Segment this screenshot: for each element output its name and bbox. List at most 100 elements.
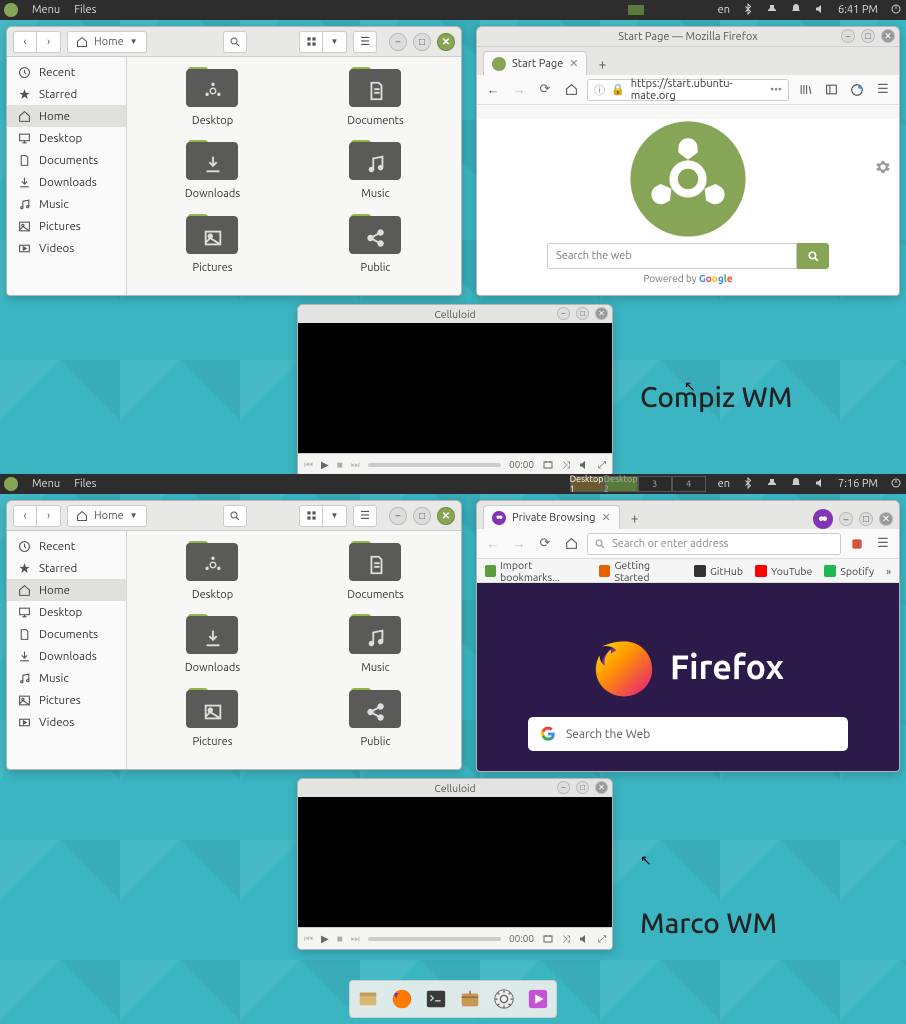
minimize-button[interactable]: – bbox=[389, 33, 407, 51]
private-search-input[interactable]: Search the Web bbox=[528, 717, 848, 751]
panel-menu[interactable]: Menu bbox=[32, 4, 60, 16]
fm-pane[interactable]: DesktopDocumentsDownloadsMusicPicturesPu… bbox=[127, 57, 461, 295]
terminal-app[interactable] bbox=[422, 985, 450, 1013]
sidebar-item-starred[interactable]: Starred bbox=[7, 557, 126, 579]
lang-indicator[interactable]: en bbox=[718, 478, 730, 490]
distro-logo-icon[interactable] bbox=[4, 3, 18, 17]
view-grid-button[interactable] bbox=[299, 505, 323, 527]
shuffle-icon[interactable]: ⤨ bbox=[562, 933, 570, 945]
settings-app[interactable] bbox=[490, 985, 518, 1013]
url-bar[interactable]: ⓘ 🔒 https://start.ubuntu-mate.org ••• bbox=[587, 79, 789, 101]
sidebar-item-recent[interactable]: Recent bbox=[7, 61, 126, 83]
sidebar-item-documents[interactable]: Documents bbox=[7, 623, 126, 645]
media-close-button[interactable]: ✕ bbox=[595, 781, 608, 794]
media-maximize-button[interactable]: □ bbox=[576, 307, 589, 320]
lang-indicator[interactable]: en bbox=[718, 4, 730, 16]
play-button[interactable]: ▶ bbox=[321, 933, 329, 945]
url-bar[interactable]: Search or enter address bbox=[587, 533, 841, 555]
volume-icon[interactable] bbox=[814, 477, 826, 492]
hamburger-button[interactable]: ☰ bbox=[353, 505, 377, 527]
home-button[interactable] bbox=[561, 80, 581, 100]
nav-back-button[interactable]: ‹ bbox=[13, 505, 37, 527]
volume-button[interactable] bbox=[578, 933, 590, 945]
sidebar-icon[interactable] bbox=[821, 80, 841, 100]
bookmark-youtube[interactable]: YouTube bbox=[755, 565, 812, 577]
prev-button[interactable]: ⏮ bbox=[304, 459, 313, 471]
account-icon[interactable] bbox=[847, 80, 867, 100]
panel-menu[interactable]: Menu bbox=[32, 478, 60, 490]
workspace-4[interactable]: 4 bbox=[672, 476, 706, 492]
sidebar-item-pictures[interactable]: Pictures bbox=[7, 689, 126, 711]
search-input[interactable]: Search the web bbox=[547, 243, 797, 269]
volume-icon[interactable] bbox=[814, 3, 826, 18]
firefox-tab[interactable]: Private Browsing ✕ bbox=[483, 505, 620, 529]
reload-button[interactable]: ⟳ bbox=[535, 534, 555, 554]
nav-back-button[interactable]: ‹ bbox=[13, 31, 37, 53]
workspace-1[interactable]: Desktop 1 bbox=[570, 476, 604, 492]
fm-pane[interactable]: DesktopDocumentsDownloadsMusicPicturesPu… bbox=[127, 531, 461, 769]
folder-public[interactable]: Public bbox=[294, 214, 457, 285]
network-icon[interactable] bbox=[766, 3, 778, 18]
folder-downloads[interactable]: Downloads bbox=[131, 140, 294, 211]
addon-icon[interactable] bbox=[847, 534, 867, 554]
bookmark-github[interactable]: GitHub bbox=[694, 565, 743, 577]
new-tab-button[interactable]: + bbox=[591, 53, 613, 75]
ff-maximize-button[interactable]: □ bbox=[859, 512, 873, 526]
tab-close-icon[interactable]: ✕ bbox=[569, 57, 578, 70]
app-menu-button[interactable]: ☰ bbox=[873, 534, 893, 554]
sidebar-item-desktop[interactable]: Desktop bbox=[7, 601, 126, 623]
library-icon[interactable] bbox=[795, 80, 815, 100]
search-submit-button[interactable] bbox=[797, 243, 829, 269]
view-options-button[interactable]: ▼ bbox=[323, 505, 347, 527]
bookmarks-overflow-icon[interactable]: » bbox=[886, 565, 891, 577]
folder-desktop[interactable]: Desktop bbox=[131, 67, 294, 138]
progress-slider[interactable] bbox=[368, 937, 501, 941]
bluetooth-icon[interactable] bbox=[742, 477, 754, 492]
clock[interactable]: 7:16 PM bbox=[838, 478, 878, 490]
bookmark-getting-started[interactable]: Getting Started bbox=[599, 559, 682, 583]
panel-files[interactable]: Files bbox=[74, 478, 96, 490]
notification-icon[interactable] bbox=[790, 477, 802, 492]
bluetooth-icon[interactable] bbox=[742, 3, 754, 18]
workspace-3[interactable]: 3 bbox=[638, 476, 672, 492]
sidebar-item-pictures[interactable]: Pictures bbox=[7, 215, 126, 237]
video-viewport[interactable] bbox=[298, 323, 612, 453]
media-minimize-button[interactable]: – bbox=[557, 781, 570, 794]
home-button[interactable] bbox=[561, 534, 581, 554]
playlist-icon[interactable] bbox=[542, 933, 554, 945]
ff-close-button[interactable]: ✕ bbox=[879, 512, 893, 526]
hamburger-button[interactable]: ☰ bbox=[353, 31, 377, 53]
sidebar-item-downloads[interactable]: Downloads bbox=[7, 645, 126, 667]
media-minimize-button[interactable]: – bbox=[557, 307, 570, 320]
panel-files[interactable]: Files bbox=[74, 4, 96, 16]
ff-minimize-button[interactable]: – bbox=[841, 29, 855, 43]
notification-icon[interactable] bbox=[790, 3, 802, 18]
path-bar[interactable]: Home ▼ bbox=[67, 31, 147, 53]
sidebar-item-home[interactable]: Home bbox=[7, 105, 126, 127]
media-maximize-button[interactable]: □ bbox=[576, 781, 589, 794]
sidebar-item-music[interactable]: Music bbox=[7, 193, 126, 215]
new-tab-button[interactable]: + bbox=[624, 507, 646, 529]
media-close-button[interactable]: ✕ bbox=[595, 307, 608, 320]
sidebar-item-videos[interactable]: Videos bbox=[7, 711, 126, 733]
prev-button[interactable]: ⏮ bbox=[304, 933, 313, 945]
folder-music[interactable]: Music bbox=[294, 140, 457, 211]
ff-minimize-button[interactable]: – bbox=[839, 512, 853, 526]
search-button[interactable] bbox=[223, 31, 247, 53]
shuffle-icon[interactable]: ⤨ bbox=[562, 459, 570, 471]
sidebar-item-documents[interactable]: Documents bbox=[7, 149, 126, 171]
bookmark-import-bookmarks-[interactable]: Import bookmarks... bbox=[485, 559, 587, 583]
clock[interactable]: 6:41 PM bbox=[838, 4, 878, 16]
next-button[interactable]: ⏭ bbox=[351, 933, 360, 945]
folder-pictures[interactable]: Pictures bbox=[131, 688, 294, 759]
fullscreen-button[interactable]: ⤢ bbox=[598, 933, 606, 945]
sidebar-item-starred[interactable]: Starred bbox=[7, 83, 126, 105]
maximize-button[interactable]: □ bbox=[413, 507, 431, 525]
nav-back-button[interactable]: ← bbox=[483, 80, 503, 100]
nav-fwd-button[interactable]: › bbox=[37, 31, 61, 53]
sidebar-item-videos[interactable]: Videos bbox=[7, 237, 126, 259]
files-app[interactable] bbox=[354, 985, 382, 1013]
power-icon[interactable] bbox=[890, 3, 902, 18]
fullscreen-button[interactable]: ⤢ bbox=[598, 459, 606, 471]
search-button[interactable] bbox=[223, 505, 247, 527]
